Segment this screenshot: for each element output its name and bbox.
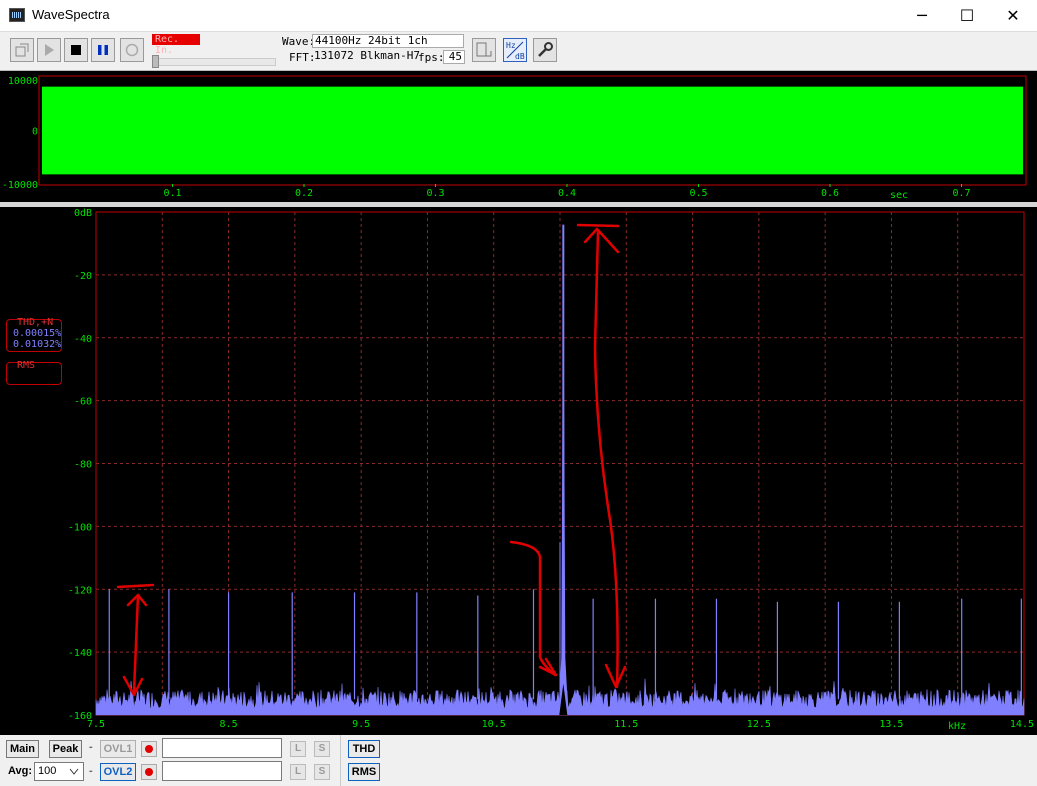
thd-button[interactable]: THD	[348, 740, 380, 758]
rec-input-label: Rec. In.	[152, 34, 200, 56]
avg-label: Avg:	[8, 765, 33, 777]
open-file-button[interactable]	[10, 38, 34, 62]
waveform-y-tick: 0	[32, 127, 38, 138]
annotation-arrowhead	[604, 663, 627, 689]
annotation-arrow	[593, 230, 619, 689]
divider	[340, 735, 341, 786]
waveform-y-tick: 10000	[8, 76, 38, 87]
window-title: WaveSpectra	[32, 7, 110, 22]
rms-readout-box: RMS	[6, 360, 62, 385]
hz-text: Hz	[506, 41, 516, 50]
thd-readout-box: THD,+N 0.00015% 0.01032%	[6, 317, 62, 352]
spectrum-y-tick: -100	[68, 522, 92, 533]
annotation-line	[576, 223, 620, 228]
hz-db-button[interactable]: Hz dB	[503, 38, 527, 62]
annotation-arrowhead	[583, 227, 620, 254]
annotation-line	[116, 583, 155, 589]
spectrum-x-tick: 10.5	[482, 719, 506, 730]
wave-label: Wave:	[282, 35, 316, 48]
waveform-x-unit: sec	[890, 190, 908, 201]
pause-icon	[98, 45, 108, 55]
ovl1-load-button[interactable]: L	[290, 741, 306, 757]
record-button[interactable]	[120, 38, 144, 62]
ovl2-load-button[interactable]: L	[290, 764, 306, 780]
maximize-button[interactable]: ☐	[944, 0, 990, 31]
ovl2-record-button[interactable]	[141, 764, 157, 780]
thd-label: THD,+N	[17, 317, 54, 328]
spectrum-y-tick: -120	[68, 585, 92, 596]
dash-separator-2: -	[89, 765, 93, 777]
ovl1-button[interactable]: OVL1	[100, 740, 136, 758]
fps-field: 45	[443, 50, 465, 64]
main-button[interactable]: Main	[6, 740, 39, 758]
ovl2-button[interactable]: OVL2	[100, 763, 136, 781]
spectrum-y-tick: -60	[74, 397, 92, 408]
waveform-x-tick: 0.6	[821, 188, 839, 199]
waveform-x-tick: 0.1	[163, 188, 181, 199]
layout-button[interactable]	[472, 38, 496, 62]
waveform-x-tick: 0.2	[295, 188, 313, 199]
rms-label: RMS	[17, 360, 36, 371]
spectrum-panel: 0dB -20 -40 -60 -80 -100 -120 -140 -160 7.5 8.5 9.5…	[0, 207, 1037, 735]
waveform-panel: 10000 0 -10000 0.1 0.2 0.3 0.4 0.5 0.6 0.7 sec	[0, 71, 1037, 202]
record-icon	[125, 43, 139, 57]
dash-separator: -	[89, 741, 93, 753]
ovl2-save-button[interactable]: S	[314, 764, 330, 780]
title-bar: WaveSpectra ─ ☐ ✕	[0, 0, 1037, 32]
rms-button[interactable]: RMS	[348, 763, 380, 781]
spectrum-y-tick: -80	[74, 460, 92, 471]
ovl1-filename-field[interactable]	[162, 738, 282, 758]
play-button[interactable]	[37, 38, 61, 62]
spectrum-y-tick: -20	[74, 271, 92, 282]
spectrum-x-tick: 14.5	[1010, 719, 1034, 730]
ovl1-save-button[interactable]: S	[314, 741, 330, 757]
open-file-icon	[15, 43, 29, 57]
input-level-slider[interactable]	[152, 58, 276, 66]
spectrum-chart: 0dB-20-40-60-80-100-120-140-1607.5 8.5 9.5…	[68, 208, 1034, 732]
spectrum-x-tick: 13.5	[879, 719, 903, 730]
window-layout-icon	[476, 42, 492, 57]
bottom-bar: Main Peak - OVL1 L S Avg: 100 - OVL2 L S…	[0, 735, 1037, 786]
spectrum-x-tick: 7.5	[87, 719, 105, 730]
waveform-x-tick: 0.7	[952, 188, 970, 199]
stop-icon	[71, 45, 81, 55]
waveform-chart: 10000 0 -10000 0.1 0.2 0.3 0.4 0.5 0.6 0.7 sec	[2, 75, 1027, 201]
wave-format-field: 44100Hz 24bit 1ch	[312, 34, 464, 48]
avg-value: 100	[38, 765, 57, 777]
spectrum-y-tick: 0dB	[74, 208, 92, 219]
waveform-x-tick: 0.4	[558, 188, 576, 199]
spectrum-x-unit: kHz	[948, 721, 966, 732]
waveform-x-tick: 0.5	[689, 188, 707, 199]
fft-settings-field: 131072 Blkman-H7	[314, 49, 420, 62]
fps-label: fps:	[418, 51, 445, 64]
spectrum-y-tick: -40	[74, 334, 92, 345]
app-icon	[9, 8, 25, 22]
spectrum-x-tick: 11.5	[614, 719, 638, 730]
close-button[interactable]: ✕	[990, 0, 1036, 31]
annotation-arrow	[132, 593, 140, 694]
minimize-button[interactable]: ─	[899, 0, 945, 31]
ovl1-record-button[interactable]	[141, 741, 157, 757]
stop-button[interactable]	[64, 38, 88, 62]
ovl2-filename-field[interactable]	[162, 761, 282, 781]
slider-handle[interactable]	[152, 55, 159, 68]
settings-button[interactable]	[533, 38, 557, 62]
thdn-value: 0.01032%	[13, 339, 62, 350]
spectrum-x-tick: 12.5	[747, 719, 771, 730]
waveform-fill	[42, 86, 1023, 175]
pause-button[interactable]	[91, 38, 115, 62]
chevron-down-icon	[69, 768, 79, 775]
spectrum-y-tick: -140	[68, 648, 92, 659]
waveform-y-tick: -10000	[2, 180, 38, 191]
db-text: dB	[515, 52, 525, 61]
spectrum-x-tick: 8.5	[220, 719, 238, 730]
spectrum-x-tick: 9.5	[352, 719, 370, 730]
wrench-icon	[538, 42, 553, 57]
thd-value: 0.00015%	[13, 328, 62, 339]
avg-select[interactable]: 100	[34, 762, 84, 781]
waveform-x-tick: 0.3	[426, 188, 444, 199]
hz-db-icon: Hz dB	[506, 41, 525, 61]
play-icon	[45, 44, 54, 56]
peak-button[interactable]: Peak	[49, 740, 82, 758]
